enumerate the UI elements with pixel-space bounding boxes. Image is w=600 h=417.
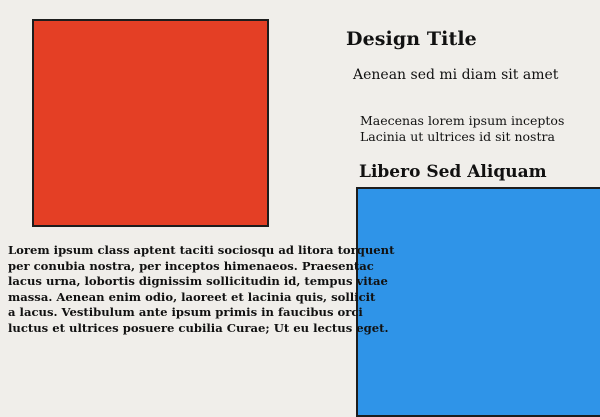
body-line-1: Lorem ipsum class aptent taciti sociosqu… (8, 243, 395, 257)
body-paragraph: Lorem ipsum class aptent taciti sociosqu… (8, 243, 395, 336)
body-line-4: massa. Aenean enim odio, laoreet et laci… (8, 289, 376, 304)
small-text-line-1: Maecenas lorem ipsum inceptos (360, 113, 565, 128)
body-line-3: lacus urna, lobortis dignissim sollicitu… (8, 274, 388, 288)
body-line-6: luctus et ultrices posuere cubilia Curae… (8, 320, 389, 335)
body-line-5: a lacus. Vestibulum ante ipsum primis in… (8, 305, 363, 319)
subtitle: Aenean sed mi diam sit amet (353, 67, 559, 83)
blue-color-block (356, 187, 600, 417)
design-title: Design Title (346, 28, 477, 50)
section-heading: Libero Sed Aliquam (359, 162, 547, 182)
small-text-block: Maecenas lorem ipsum inceptos Lacinia ut… (360, 113, 564, 145)
small-text-line-2: Lacinia ut ultrices id sit nostra (360, 129, 555, 144)
body-line-2: per conubia nostra, per inceptos himenae… (8, 258, 374, 273)
red-color-block (32, 19, 269, 227)
